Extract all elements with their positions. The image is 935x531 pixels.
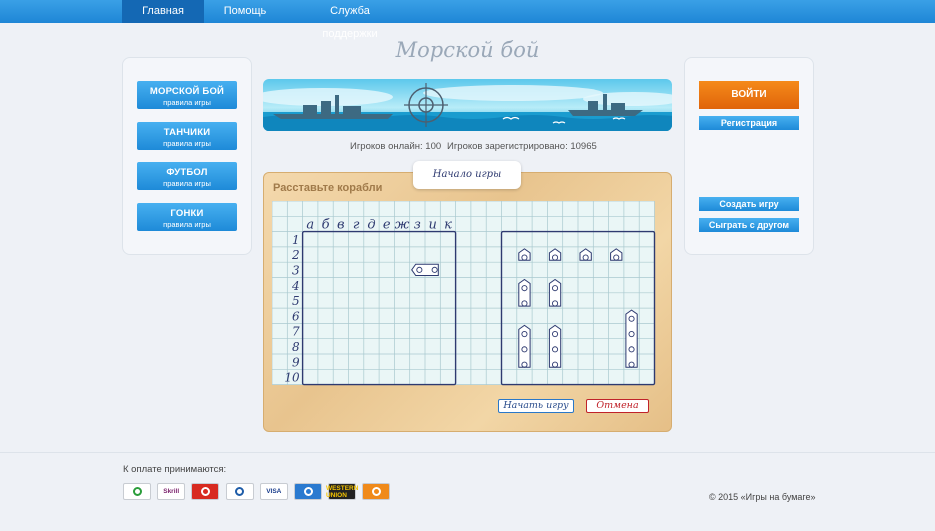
column-label: д [367,218,375,233]
opera-icon [191,483,220,500]
nav-item-home[interactable]: Главная [122,0,204,23]
row-label: 10 [284,371,300,385]
dock-ship [518,324,531,368]
row-label: 6 [292,309,300,323]
players-online: Игроков онлайн: 100 [350,141,442,152]
board-title: Расставьте корабли [273,182,383,194]
row-label: 8 [292,340,300,354]
login-button[interactable]: ВОЙТИ [699,81,799,109]
battle-grids[interactable]: а б в г д е ж з и к 12 3456 789 10 [271,200,662,386]
column-label: а [306,218,314,233]
row-label: 7 [292,325,300,339]
row-label: 4 [291,279,300,293]
menu-item-subtitle: правила игры [163,98,211,107]
column-label: е [383,218,391,233]
yandex-money-icon [362,483,391,500]
menu-item-subtitle: правила игры [163,220,211,229]
start-game-button[interactable]: Начать игру [498,399,574,413]
visa-icon: VISA [259,483,288,500]
menu-item-title: ФУТБОЛ [166,167,208,178]
dock-ship [548,324,562,368]
menu-item-subtitle: правила игры [163,139,211,148]
western-union-icon: WESTERN UNION [325,483,359,500]
webmoney-globe-icon [294,483,322,500]
menu-football-button[interactable]: ФУТБОЛ правила игры [137,162,237,190]
column-label: б [322,218,330,233]
column-label: з [414,218,421,233]
top-navigation: Главная Помощь Служба поддержки [0,0,935,40]
sea-banner-illustration [263,79,672,131]
menu-item-subtitle: правила игры [163,179,211,188]
nav-item-support[interactable]: Служба поддержки [302,0,398,40]
menu-tanks-button[interactable]: ТАНЧИКИ правила игры [137,122,237,150]
menu-item-title: МОРСКОЙ БОЙ [149,86,225,97]
menu-racing-button[interactable]: ГОНКИ правила игры [137,203,237,231]
register-button[interactable]: Регистрация [699,116,799,130]
play-with-friend-button[interactable]: Сыграть с другом [699,218,799,232]
row-label: 9 [292,355,300,369]
cancel-button[interactable]: Отмена [586,399,649,413]
menu-item-title: ГОНКИ [170,208,204,219]
webmoney-icon [225,483,254,500]
menu-sea-battle-button[interactable]: МОРСКОЙ БОЙ правила игры [137,81,237,109]
sberbank-icon [123,483,151,500]
row-label: 5 [292,294,300,308]
payment-label: К оплате принимаются: [123,464,227,475]
column-label: в [337,218,345,233]
dock-ship [625,309,638,368]
dock-ship [518,278,531,307]
game-board: Расставьте корабли а б в г д е ж з и к 1 2 3 4 5 6 7 8 9 10… [263,172,672,432]
row-label: 2 [291,248,300,262]
dock-ship [548,278,562,307]
sea-banner [263,79,672,131]
row-label: 1 [292,233,300,247]
copyright: © 2015 «Игры на бумаге» [709,492,816,502]
column-label: г [353,218,360,233]
menu-item-title: ТАНЧИКИ [163,127,211,138]
column-label: ж [395,218,410,233]
column-label: к [444,218,452,233]
players-registered: Игроков зарегистрировано: 10965 [447,141,597,152]
nav-item-help[interactable]: Помощь [218,0,272,23]
footer-divider [0,452,935,453]
row-label: 3 [292,264,300,278]
grid-area: а б в г д е ж з и к 1 2 3 4 5 6 7 8 9 10 [271,200,662,386]
placed-ship [411,263,439,276]
column-label: и [428,218,436,233]
create-game-button[interactable]: Создать игру [699,197,799,211]
skrill-icon: Skrill [157,483,186,500]
start-game-tab[interactable]: Начало игры [413,161,521,189]
